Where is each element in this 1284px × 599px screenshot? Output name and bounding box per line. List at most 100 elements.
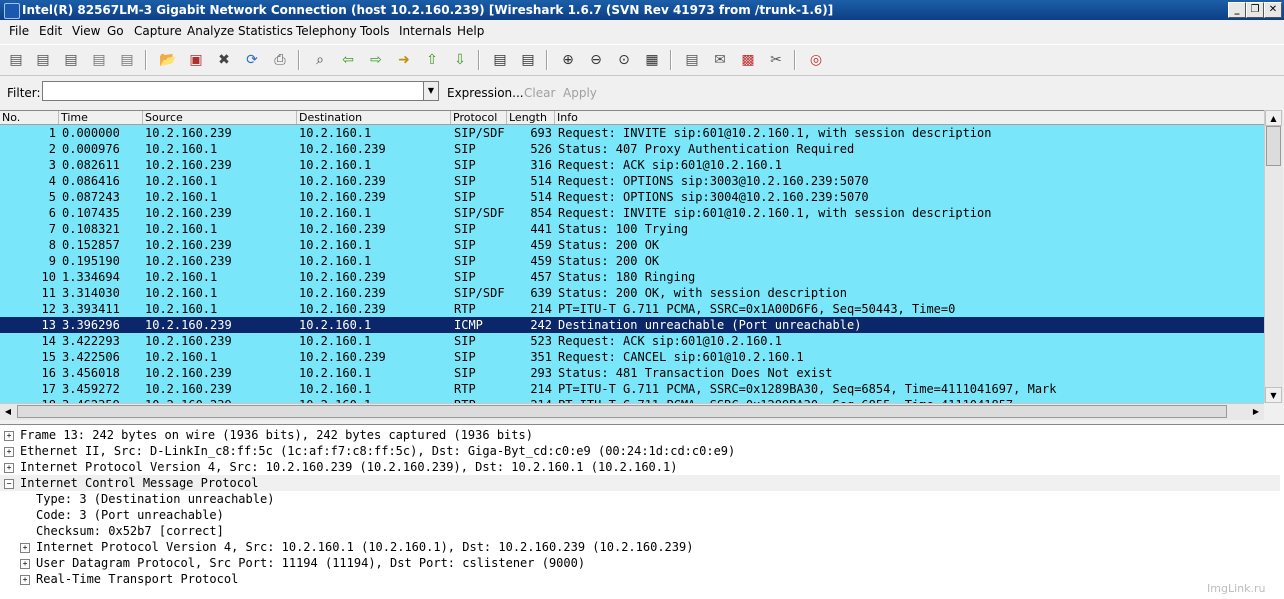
table-row[interactable]: 17 3.459272 10.2.160.239 10.2.160.1 RTP 214 PT… bbox=[0, 381, 1264, 397]
tree-item[interactable]: + Real-Time Transport Protocol bbox=[0, 571, 1280, 587]
cell-len: 459 bbox=[530, 238, 552, 252]
scroll-up-icon[interactable]: ▲ bbox=[1265, 110, 1282, 126]
tree-item[interactable]: + Ethernet II, Src: D-LinkIn_c8:ff:5c (1c… bbox=[0, 443, 1280, 459]
print-icon[interactable]: ⎙ bbox=[270, 50, 290, 70]
coloring-rules-icon[interactable]: ▩ bbox=[738, 50, 758, 70]
scroll-right-icon[interactable]: ▶ bbox=[1248, 404, 1264, 419]
tree-item[interactable]: + Internet Protocol Version 4, Src: 10.2.… bbox=[0, 539, 1280, 555]
table-row[interactable]: 8 0.152857 10.2.160.239 10.2.160.1 SIP 459 Sta… bbox=[0, 237, 1264, 253]
menu-tools[interactable]: Tools bbox=[360, 24, 390, 38]
filter-dropdown-button[interactable]: ▼ bbox=[423, 81, 439, 101]
title-bar[interactable]: Intel(R) 82567LM-3 Gigabit Network Conne… bbox=[0, 0, 1284, 20]
table-row[interactable]: 13 3.396296 10.2.160.239 10.2.160.1 ICMP 242 D… bbox=[0, 317, 1264, 333]
menu-go[interactable]: Go bbox=[107, 24, 124, 38]
tree-item[interactable]: Type: 3 (Destination unreachable) bbox=[0, 491, 1280, 507]
tree-item[interactable]: − Internet Control Message Protocol bbox=[0, 475, 1280, 491]
packet-list-vscrollbar[interactable]: ▲ ▼ bbox=[1264, 110, 1283, 403]
table-row[interactable]: 4 0.086416 10.2.160.1 10.2.160.239 SIP 514 Req… bbox=[0, 173, 1264, 189]
col-source[interactable]: Source bbox=[142, 111, 296, 124]
table-row[interactable]: 11 3.314030 10.2.160.1 10.2.160.239 SIP/SDF 6… bbox=[0, 285, 1264, 301]
expression-button[interactable]: Expression... bbox=[447, 86, 524, 100]
scroll-left-icon[interactable]: ◀ bbox=[0, 404, 16, 419]
table-row[interactable]: 14 3.422293 10.2.160.239 10.2.160.1 SIP 523 Re… bbox=[0, 333, 1264, 349]
menu-view[interactable]: View bbox=[72, 24, 100, 38]
autoscroll-icon[interactable]: ▤ bbox=[518, 50, 538, 70]
save-icon[interactable]: ▣ bbox=[186, 50, 206, 70]
find-icon[interactable]: ⌕ bbox=[310, 50, 330, 70]
table-row[interactable]: 16 3.456018 10.2.160.239 10.2.160.1 SIP 293 St… bbox=[0, 365, 1264, 381]
menu-statistics[interactable]: Statistics bbox=[238, 24, 293, 38]
menu-telephony[interactable]: Telephony bbox=[296, 24, 357, 38]
expand-icon[interactable]: + bbox=[20, 543, 30, 553]
help-icon[interactable]: ◎ bbox=[806, 50, 826, 70]
col-protocol[interactable]: Protocol bbox=[450, 111, 506, 124]
interfaces-icon[interactable]: ▤ bbox=[6, 50, 26, 70]
col-length[interactable]: Length bbox=[506, 111, 554, 124]
last-packet-icon[interactable]: ⇩ bbox=[450, 50, 470, 70]
expand-icon[interactable]: + bbox=[4, 463, 14, 473]
scroll-down-icon[interactable]: ▼ bbox=[1265, 387, 1282, 403]
table-row[interactable]: 3 0.082611 10.2.160.239 10.2.160.1 SIP 316 Req… bbox=[0, 157, 1264, 173]
table-row[interactable]: 1 0.000000 10.2.160.239 10.2.160.1 SIP/SDF 69… bbox=[0, 125, 1264, 141]
expand-icon[interactable]: + bbox=[4, 431, 14, 441]
goto-icon[interactable]: ➜ bbox=[394, 50, 414, 70]
table-row[interactable]: 10 1.334694 10.2.160.1 10.2.160.239 SIP 457 St… bbox=[0, 269, 1264, 285]
expand-icon[interactable]: + bbox=[20, 575, 30, 585]
stop-capture-icon[interactable]: ▤ bbox=[89, 50, 109, 70]
tree-item[interactable]: + Frame 13: 242 bytes on wire (1936 bits)… bbox=[0, 427, 1280, 443]
col-no[interactable]: No. bbox=[0, 111, 58, 124]
restore-button[interactable]: ❐ bbox=[1246, 2, 1264, 18]
table-row[interactable]: 7 0.108321 10.2.160.1 10.2.160.239 SIP 441 Sta… bbox=[0, 221, 1264, 237]
capture-filters-icon[interactable]: ▤ bbox=[682, 50, 702, 70]
minimize-button[interactable]: _ bbox=[1228, 2, 1246, 18]
menu-analyze[interactable]: Analyze bbox=[187, 24, 234, 38]
clear-button[interactable]: Clear bbox=[524, 86, 555, 100]
reload-icon[interactable]: ⟳ bbox=[242, 50, 262, 70]
tree-item[interactable]: Checksum: 0x52b7 [correct] bbox=[0, 523, 1280, 539]
tree-item[interactable]: + Internet Protocol Version 4, Src: 10.2.… bbox=[0, 459, 1280, 475]
first-packet-icon[interactable]: ⇧ bbox=[422, 50, 442, 70]
filter-input[interactable] bbox=[42, 81, 426, 101]
close-file-icon[interactable]: ✖ bbox=[214, 50, 234, 70]
expand-icon[interactable]: + bbox=[20, 559, 30, 569]
table-row[interactable]: 2 0.000976 10.2.160.1 10.2.160.239 SIP 526 Sta… bbox=[0, 141, 1264, 157]
zoom-out-icon[interactable]: ⊖ bbox=[586, 50, 606, 70]
close-window-button[interactable]: ✕ bbox=[1264, 2, 1282, 18]
packet-rows: 1 0.000000 10.2.160.239 10.2.160.1 SIP/SDF 69… bbox=[0, 125, 1264, 404]
scroll-thumb[interactable] bbox=[1266, 126, 1281, 166]
preferences-icon[interactable]: ✂ bbox=[766, 50, 786, 70]
col-time[interactable]: Time bbox=[58, 111, 142, 124]
apply-button[interactable]: Apply bbox=[563, 86, 597, 100]
back-icon[interactable]: ⇦ bbox=[338, 50, 358, 70]
resize-columns-icon[interactable]: ▦ bbox=[642, 50, 662, 70]
normal-size-icon[interactable]: ⊙ bbox=[614, 50, 634, 70]
menu-edit[interactable]: Edit bbox=[39, 24, 62, 38]
packet-list[interactable]: No. Time Source Destination Protocol Len… bbox=[0, 110, 1264, 404]
table-row[interactable]: 9 0.195190 10.2.160.239 10.2.160.1 SIP 459 Sta… bbox=[0, 253, 1264, 269]
hscroll-thumb[interactable] bbox=[17, 405, 1227, 418]
table-row[interactable]: 12 3.393411 10.2.160.1 10.2.160.239 RTP 214 PT… bbox=[0, 301, 1264, 317]
colorize-icon[interactable]: ▤ bbox=[490, 50, 510, 70]
forward-icon[interactable]: ⇨ bbox=[366, 50, 386, 70]
display-filters-icon[interactable]: ✉ bbox=[710, 50, 730, 70]
col-destination[interactable]: Destination bbox=[296, 111, 450, 124]
options-icon[interactable]: ▤ bbox=[33, 50, 53, 70]
menu-internals[interactable]: Internals bbox=[399, 24, 452, 38]
restart-capture-icon[interactable]: ▤ bbox=[117, 50, 137, 70]
table-row[interactable]: 6 0.107435 10.2.160.239 10.2.160.1 SIP/SDF 85… bbox=[0, 205, 1264, 221]
start-capture-icon[interactable]: ▤ bbox=[61, 50, 81, 70]
zoom-in-icon[interactable]: ⊕ bbox=[558, 50, 578, 70]
menu-help[interactable]: Help bbox=[457, 24, 484, 38]
collapse-icon[interactable]: − bbox=[4, 479, 14, 489]
packet-list-hscrollbar[interactable]: ◀ ▶ bbox=[0, 403, 1264, 420]
tree-item[interactable]: + User Datagram Protocol, Src Port: 11194… bbox=[0, 555, 1280, 571]
table-row[interactable]: 5 0.087243 10.2.160.1 10.2.160.239 SIP 514 Req… bbox=[0, 189, 1264, 205]
open-icon[interactable]: 📂 bbox=[158, 50, 178, 70]
table-row[interactable]: 15 3.422506 10.2.160.1 10.2.160.239 SIP 351 Re… bbox=[0, 349, 1264, 365]
tree-item[interactable]: Code: 3 (Port unreachable) bbox=[0, 507, 1280, 523]
menu-capture[interactable]: Capture bbox=[134, 24, 182, 38]
packet-details-tree[interactable]: + Frame 13: 242 bytes on wire (1936 bits)… bbox=[0, 424, 1284, 599]
expand-icon[interactable]: + bbox=[4, 447, 14, 457]
col-info[interactable]: Info bbox=[554, 111, 1264, 124]
menu-file[interactable]: File bbox=[9, 24, 29, 38]
